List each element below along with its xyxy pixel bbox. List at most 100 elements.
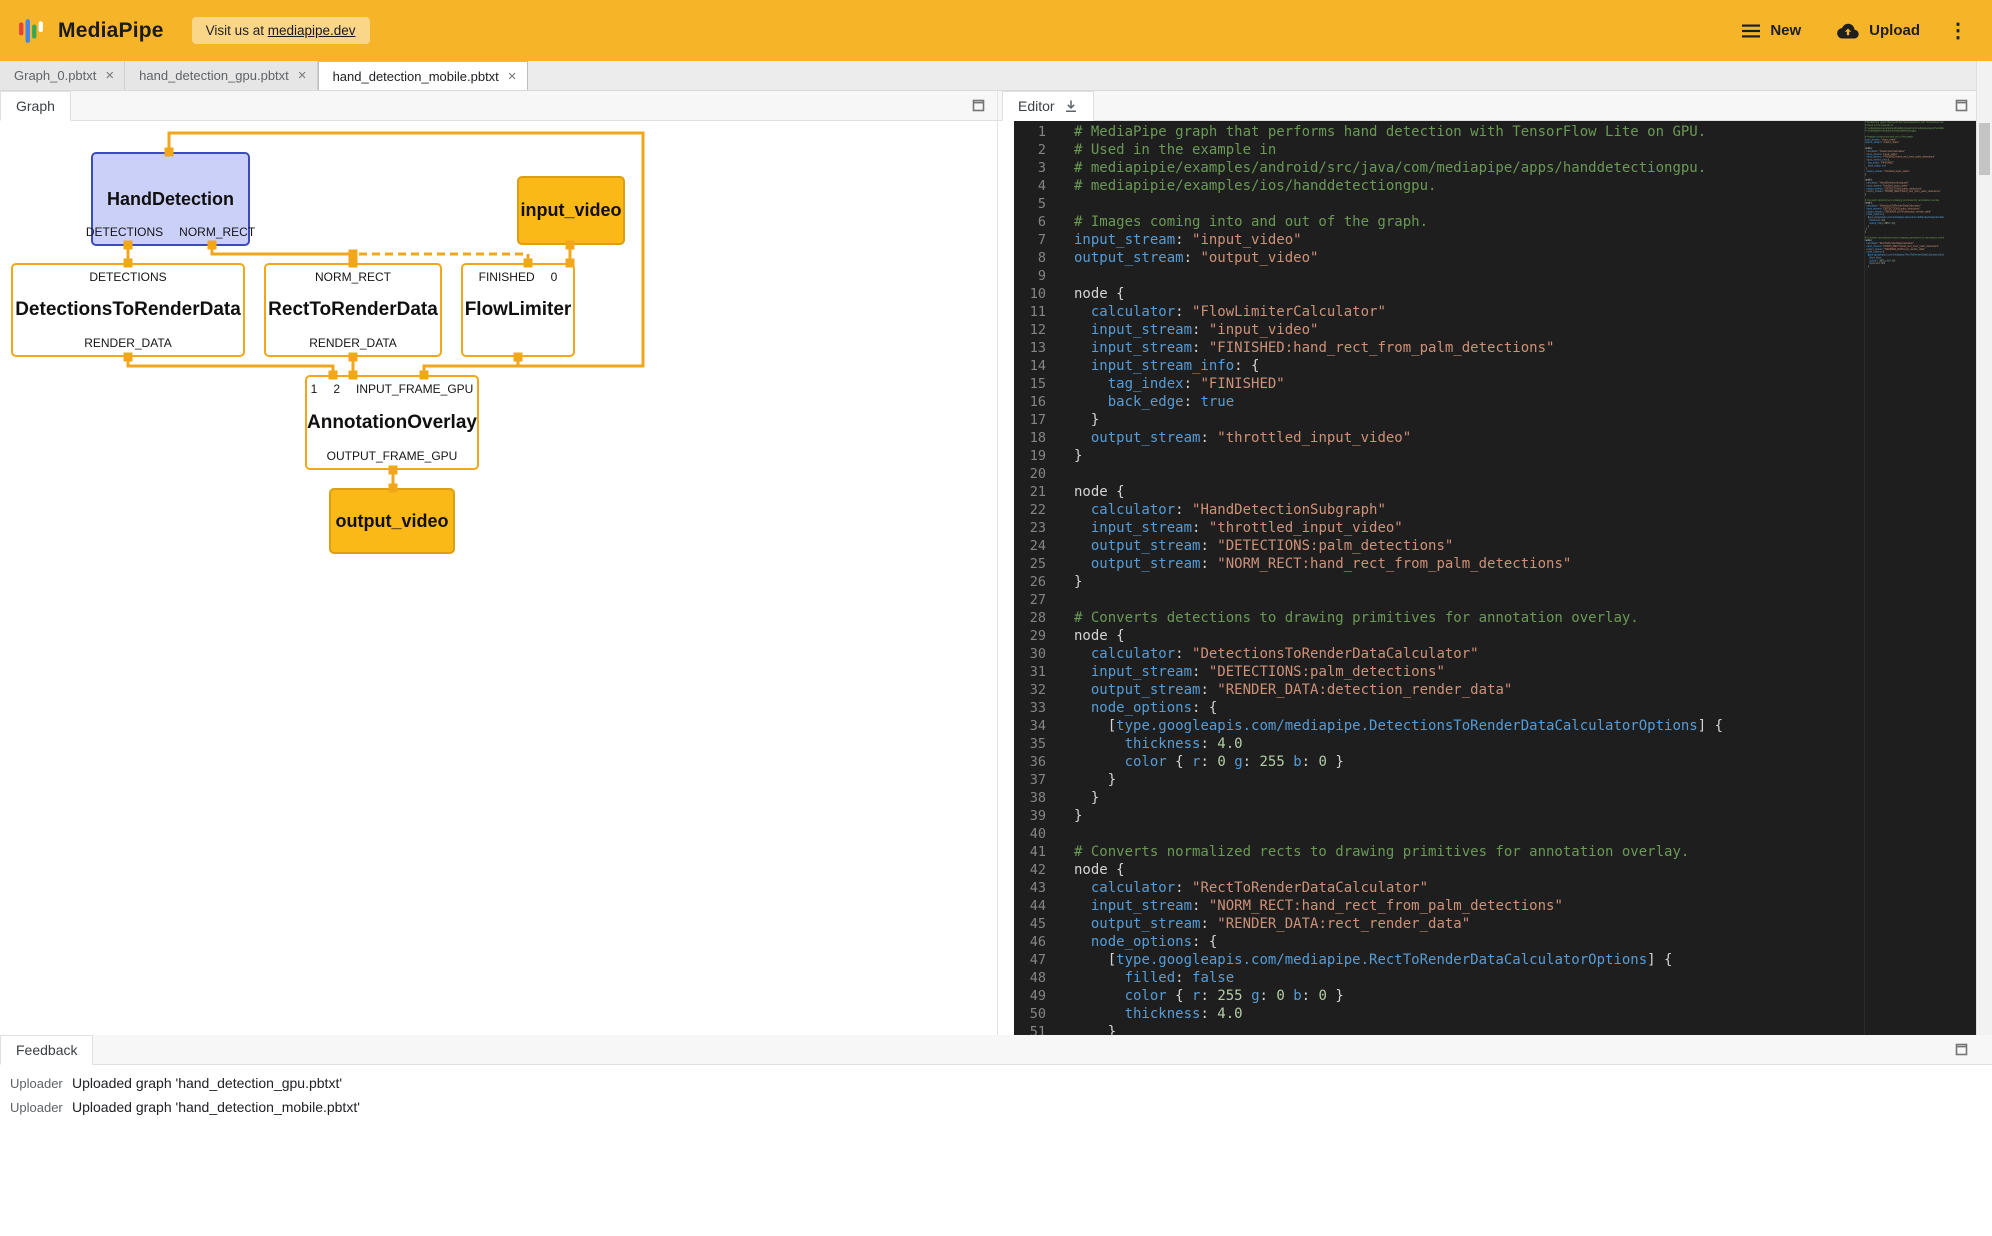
code-line[interactable]: node_options: { <box>1074 699 1992 717</box>
code-line[interactable]: color { r: 0 g: 255 b: 0 } <box>1074 753 1992 771</box>
code-line[interactable] <box>1074 825 1992 843</box>
code-line[interactable]: input_stream: "input_video" <box>1074 321 1992 339</box>
code-line[interactable]: # Converts detections to drawing primiti… <box>1074 609 1992 627</box>
feedback-panel-header: Feedback <box>0 1035 1992 1065</box>
code-line[interactable] <box>1074 267 1992 285</box>
vertical-scrollbar[interactable] <box>1976 61 1992 1035</box>
code-line[interactable]: } <box>1074 573 1992 591</box>
code-line[interactable]: tag_index: "FINISHED" <box>1074 375 1992 393</box>
code-line[interactable]: } <box>1074 447 1992 465</box>
code-line[interactable]: input_stream: "NORM_RECT:hand_rect_from_… <box>1074 897 1992 915</box>
close-icon[interactable]: × <box>105 68 114 83</box>
code-line[interactable]: input_stream: "DETECTIONS:palm_detection… <box>1074 663 1992 681</box>
code-line[interactable]: node { <box>1074 483 1992 501</box>
tab-graph[interactable]: Graph <box>0 91 71 121</box>
code-line[interactable]: calculator: "FlowLimiterCalculator" <box>1074 303 1992 321</box>
line-number: 22 <box>1014 501 1062 519</box>
code-line[interactable]: output_stream: "RENDER_DATA:detection_re… <box>1074 681 1992 699</box>
code-line[interactable]: output_stream: "RENDER_DATA:rect_render_… <box>1074 915 1992 933</box>
code-line[interactable]: thickness: 4.0 <box>1074 735 1992 753</box>
code-content[interactable]: # MediaPipe graph that performs hand det… <box>1062 121 1992 1035</box>
hamburger-icon <box>1742 24 1760 38</box>
code-line[interactable]: thickness: 4.0 <box>1074 1005 1992 1023</box>
feedback-expand-icon[interactable] <box>1955 1043 1968 1056</box>
code-line[interactable]: calculator: "HandDetectionSubgraph" <box>1074 501 1992 519</box>
graph-node-HandDetection[interactable]: HandDetectionDETECTIONSNORM_RECT <box>91 152 250 246</box>
code-line[interactable]: [type.googleapis.com/mediapipe.Detection… <box>1074 717 1992 735</box>
code-line[interactable]: output_stream: "NORM_RECT:hand_rect_from… <box>1074 555 1992 573</box>
new-button[interactable]: New <box>1728 13 1815 48</box>
graph-node-AnnotationOverlay[interactable]: 12INPUT_FRAME_GPUAnnotationOverlayOUTPUT… <box>305 375 479 470</box>
code-line[interactable] <box>1074 465 1992 483</box>
tab-editor[interactable]: Editor <box>1002 91 1094 121</box>
code-line[interactable]: # MediaPipe graph that performs hand det… <box>1074 123 1992 141</box>
graph-expand-icon[interactable] <box>972 99 985 112</box>
file-tab[interactable]: Graph_0.pbtxt × <box>0 61 125 90</box>
code-line[interactable]: node_options: { <box>1074 933 1992 951</box>
code-line[interactable]: # Used in the example in <box>1074 141 1992 159</box>
graph-port-connectors <box>0 121 997 1035</box>
code-line[interactable]: } <box>1865 265 1944 268</box>
code-line[interactable]: output_stream: "throttled_input_video" <box>1074 429 1992 447</box>
close-icon[interactable]: × <box>298 68 307 83</box>
code-line[interactable] <box>1074 195 1992 213</box>
code-line[interactable]: # Converts normalized rects to drawing p… <box>1074 843 1992 861</box>
code-line[interactable] <box>1074 591 1992 609</box>
file-tab-label: hand_detection_mobile.pbtxt <box>333 69 499 84</box>
code-line[interactable]: # Converts normalized rects to drawing p… <box>1865 236 1944 239</box>
code-line[interactable]: input_stream: "throttled_input_video" <box>1074 519 1992 537</box>
graph-node-FlowLimiter[interactable]: FINISHED0FlowLimiter <box>461 263 575 357</box>
code-line[interactable]: filled: false <box>1074 969 1992 987</box>
graph-node-RectToRenderData[interactable]: NORM_RECTRectToRenderDataRENDER_DATA <box>264 263 442 357</box>
feedback-entry: UploaderUploaded graph 'hand_detection_g… <box>10 1075 1992 1091</box>
code-line[interactable]: node { <box>1074 285 1992 303</box>
line-number: 14 <box>1014 357 1062 375</box>
code-line[interactable]: back_edge: true <box>1074 393 1992 411</box>
scrollbar-thumb[interactable] <box>1979 123 1990 175</box>
code-line[interactable]: input_stream_info: { <box>1074 357 1992 375</box>
file-tab-label: Graph_0.pbtxt <box>14 68 96 83</box>
code-line[interactable]: # mediapipie/examples/ios/handdetectiong… <box>1074 177 1992 195</box>
tab-feedback[interactable]: Feedback <box>0 1035 93 1065</box>
code-line[interactable]: output_stream: "DETECTIONS:palm_detectio… <box>1074 537 1992 555</box>
code-line[interactable]: # mediapipie/examples/android/src/java/c… <box>1074 159 1992 177</box>
line-number: 50 <box>1014 1005 1062 1023</box>
close-icon[interactable]: × <box>508 69 517 84</box>
code-editor[interactable]: 1234567891011121314151617181920212223242… <box>1014 121 1992 1035</box>
code-line[interactable]: # Converts detections to drawing primiti… <box>1865 199 1944 202</box>
mediapipe-dev-link[interactable]: mediapipe.dev <box>268 23 356 38</box>
code-line[interactable]: [type.googleapis.com/mediapipe.RectToRen… <box>1074 951 1992 969</box>
more-options-icon[interactable]: ⋮ <box>1942 14 1974 47</box>
download-icon[interactable] <box>1064 99 1078 113</box>
graph-canvas[interactable]: HandDetectionDETECTIONSNORM_RECT input_vi… <box>0 121 997 1035</box>
file-tab[interactable]: hand_detection_mobile.pbtxt × <box>318 61 528 90</box>
graph-node-DetectionsToRenderData[interactable]: DETECTIONSDetectionsToRenderDataRENDER_D… <box>11 263 245 357</box>
code-line[interactable]: # Images coming into and out of the grap… <box>1074 213 1992 231</box>
code-line[interactable]: } <box>1074 807 1992 825</box>
feedback-panel: Feedback UploaderUploaded graph 'hand_de… <box>0 1035 1992 1236</box>
line-number: 10 <box>1014 285 1062 303</box>
code-line[interactable]: input_stream: "FINISHED:hand_rect_from_p… <box>1074 339 1992 357</box>
editor-minimap[interactable]: # MediaPipe graph that performs hand det… <box>1864 121 1944 1035</box>
graph-node-input_video[interactable]: input_video <box>517 176 625 245</box>
code-line[interactable]: output_stream: "NORM_RECT:hand_rect_from… <box>1865 190 1944 193</box>
cloud-upload-icon <box>1837 23 1859 39</box>
node-output-ports: DETECTIONSNORM_RECT <box>93 225 248 239</box>
graph-node-output_video[interactable]: output_video <box>329 488 455 554</box>
code-line[interactable]: node { <box>1074 861 1992 879</box>
code-line[interactable]: } <box>1074 771 1992 789</box>
node-title: AnnotationOverlay <box>307 412 477 434</box>
editor-expand-icon[interactable] <box>1955 99 1968 112</box>
code-line[interactable]: calculator: "DetectionsToRenderDataCalcu… <box>1074 645 1992 663</box>
upload-button[interactable]: Upload <box>1823 13 1934 48</box>
code-line[interactable]: input_stream: "input_video" <box>1074 231 1992 249</box>
code-line[interactable]: color { r: 255 g: 0 b: 0 } <box>1074 987 1992 1005</box>
code-line[interactable]: } <box>1074 411 1992 429</box>
code-line[interactable]: calculator: "RectToRenderDataCalculator" <box>1074 879 1992 897</box>
code-line[interactable]: } <box>1074 1023 1992 1035</box>
code-line[interactable]: output_stream: "output_video" <box>1074 249 1992 267</box>
line-number: 17 <box>1014 411 1062 429</box>
file-tab[interactable]: hand_detection_gpu.pbtxt× <box>125 61 317 90</box>
code-line[interactable]: } <box>1074 789 1992 807</box>
code-line[interactable]: node { <box>1074 627 1992 645</box>
